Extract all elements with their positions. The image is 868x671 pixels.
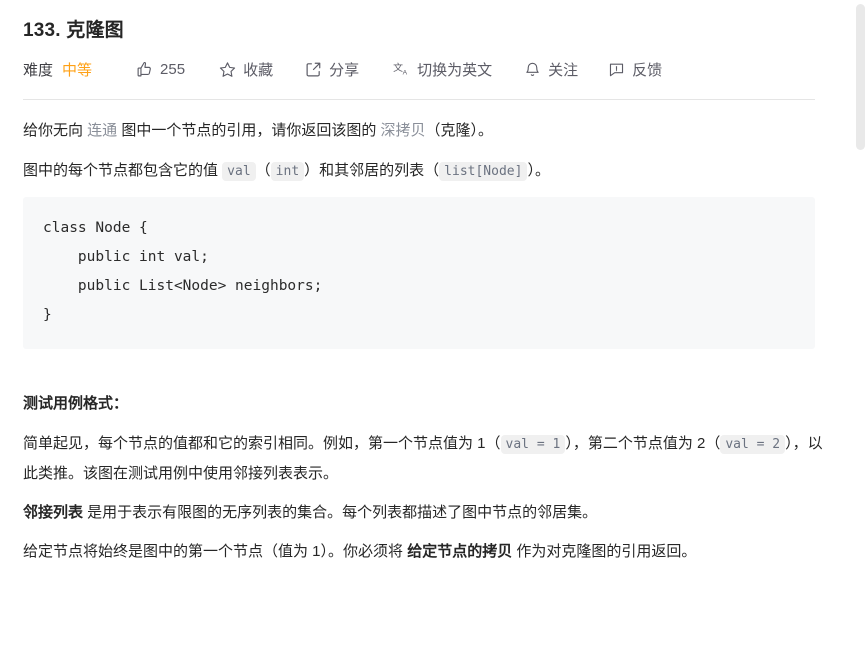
connected-graph-link[interactable]: 连通 bbox=[87, 122, 117, 139]
difficulty-value: 中等 bbox=[62, 61, 93, 79]
share-label: 分享 bbox=[329, 61, 360, 79]
subscribe-button[interactable]: 关注 bbox=[524, 59, 578, 80]
feedback-button[interactable]: 反馈 bbox=[608, 59, 662, 80]
tf2-text-rest: 是用于表示有限图的无序列表的集合。每个列表都描述了图中节点的邻居集。 bbox=[83, 504, 598, 521]
deep-copy-link[interactable]: 深拷贝 bbox=[381, 122, 426, 139]
inline-code-list-node: list[Node] bbox=[439, 162, 528, 181]
star-icon bbox=[219, 61, 236, 78]
page-title: 133. 克隆图 bbox=[23, 20, 124, 41]
problem-description-panel: 133. 克隆图 难度 中等 255 收藏 分享 文 A 切换为英文 关注 反馈… bbox=[0, 0, 868, 671]
scrollbar-thumb[interactable] bbox=[856, 4, 865, 150]
bell-icon bbox=[524, 61, 541, 78]
difficulty-label: 难度 bbox=[23, 61, 54, 79]
favorite-button[interactable]: 收藏 bbox=[219, 59, 273, 80]
tf1-text-a: 简单起见，每个节点的值都和它的索引相同。例如，第一个节点值为 1（ bbox=[23, 435, 501, 452]
description-paragraph-1: 给你无向 连通 图中一个节点的引用，请你返回该图的 深拷贝（克隆）。 bbox=[23, 116, 830, 145]
share-icon bbox=[305, 61, 322, 78]
desc2-text-d: ）。 bbox=[527, 162, 550, 179]
code-block: class Node { public int val; public List… bbox=[23, 197, 815, 349]
inline-code-val: val bbox=[222, 162, 256, 181]
svg-text:文: 文 bbox=[393, 61, 403, 74]
adjacency-list-term: 邻接列表 bbox=[23, 504, 84, 521]
desc2-text-b: （ bbox=[255, 162, 271, 179]
tf3-text-b: 作为对克隆图的引用返回。 bbox=[512, 543, 697, 560]
description-paragraph-2: 图中的每个节点都包含它的值 val （int ）和其邻居的列表（ list[Node]… bbox=[23, 156, 830, 186]
inline-code-val-1: val = 1 bbox=[500, 435, 566, 454]
vertical-scrollbar[interactable] bbox=[852, 0, 868, 671]
translate-label: 切换为英文 bbox=[417, 61, 493, 79]
code-block-content: class Node { public int val; public List… bbox=[43, 220, 323, 323]
feedback-label: 反馈 bbox=[632, 61, 663, 79]
desc1-text-c: （克隆）。 bbox=[425, 122, 494, 139]
inline-code-val-2: val = 2 bbox=[720, 435, 786, 454]
desc1-text-a: 给你无向 bbox=[23, 122, 88, 139]
problem-content: 给你无向 连通 图中一个节点的引用，请你返回该图的 深拷贝（克隆）。 图中的每个… bbox=[23, 100, 830, 566]
like-count: 255 bbox=[160, 60, 186, 78]
difficulty-badge: 难度 中等 bbox=[23, 59, 92, 80]
translate-icon: 文 A bbox=[393, 61, 410, 78]
test-format-paragraph-1: 简单起见，每个节点的值都和它的索引相同。例如，第一个节点值为 1（ val = 1… bbox=[23, 429, 830, 488]
test-format-paragraph-3: 给定节点将始终是图中的第一个节点（值为 1）。你必须将 给定节点的拷贝 作为对克… bbox=[23, 537, 830, 566]
svg-text:A: A bbox=[403, 69, 408, 76]
desc1-text-b: 图中一个节点的引用，请你返回该图的 bbox=[117, 122, 381, 139]
test-format-paragraph-2: 邻接列表 是用于表示有限图的无序列表的集合。每个列表都描述了图中节点的邻居集。 bbox=[23, 498, 830, 527]
title-row: 133. 克隆图 bbox=[23, 0, 830, 44]
translate-button[interactable]: 文 A 切换为英文 bbox=[393, 59, 492, 80]
inline-code-int: int bbox=[270, 162, 305, 181]
desc2-text-a: 图中的每个节点都包含它的值 bbox=[23, 162, 223, 179]
share-button[interactable]: 分享 bbox=[305, 59, 359, 80]
problem-meta-toolbar: 难度 中等 255 收藏 分享 文 A 切换为英文 关注 反馈 bbox=[23, 56, 830, 82]
node-copy-term: 给定节点的拷贝 bbox=[407, 543, 513, 560]
test-format-heading: 测试用例格式： bbox=[23, 395, 129, 412]
favorite-label: 收藏 bbox=[243, 61, 274, 79]
like-button[interactable]: 255 bbox=[136, 61, 185, 78]
subscribe-label: 关注 bbox=[548, 61, 579, 79]
tf3-text-a: 给定节点将始终是图中的第一个节点（值为 1）。你必须将 bbox=[23, 543, 408, 560]
desc2-text-c: ）和其邻居的列表（ bbox=[304, 162, 440, 179]
feedback-icon bbox=[608, 61, 625, 78]
thumbs-up-icon bbox=[136, 61, 153, 78]
tf1-text-b: ），第二个节点值为 2（ bbox=[565, 435, 721, 452]
